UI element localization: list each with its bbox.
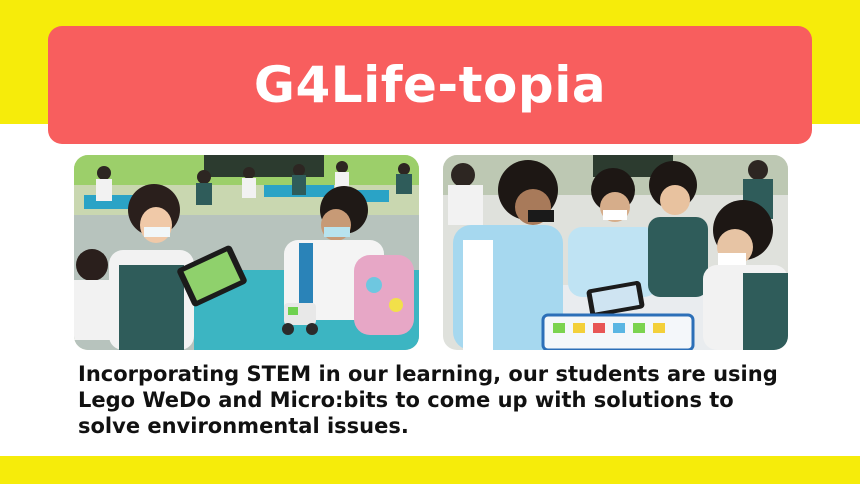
classroom-photo-left-image: [74, 155, 419, 350]
caption-text: Incorporating STEM in our learning, our …: [78, 362, 778, 438]
classroom-photo-left: [74, 155, 419, 350]
bottom-yellow-band: [0, 456, 860, 484]
title-banner: G4Life-topia: [48, 26, 812, 144]
students-photo-right-image: [443, 155, 788, 350]
students-photo-right: [443, 155, 788, 350]
page-title: G4Life-topia: [253, 56, 607, 114]
